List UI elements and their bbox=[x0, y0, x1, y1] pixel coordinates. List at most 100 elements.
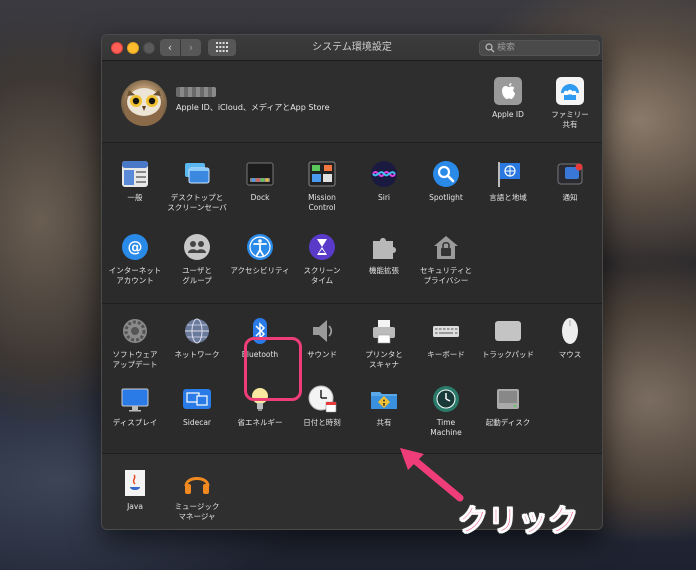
notifications-icon bbox=[555, 159, 585, 189]
back-button[interactable]: ‹ bbox=[160, 39, 180, 56]
show-all-button[interactable] bbox=[208, 39, 236, 56]
pane-software-update[interactable]: ソフトウェア アップデート bbox=[103, 316, 167, 370]
pane-label: マウス bbox=[558, 350, 582, 359]
search-icon bbox=[485, 43, 495, 53]
pane-label: ディスプレイ bbox=[112, 418, 158, 427]
owl-avatar-icon[interactable] bbox=[121, 80, 167, 126]
general-icon bbox=[120, 159, 150, 189]
hourglass-icon bbox=[307, 232, 337, 262]
close-window-button[interactable] bbox=[111, 42, 123, 54]
at-sign-icon: @ bbox=[120, 232, 150, 262]
pane-spotlight[interactable]: Spotlight bbox=[414, 159, 478, 203]
dock-icon bbox=[245, 159, 275, 189]
search-input[interactable] bbox=[497, 41, 597, 55]
flag-icon bbox=[493, 159, 523, 189]
pane-extensions[interactable]: 機能拡張 bbox=[352, 232, 416, 276]
pane-label: 共有 bbox=[376, 418, 392, 427]
sidecar-icon bbox=[182, 384, 212, 414]
pane-label: セキュリティと プライバシー bbox=[419, 266, 473, 285]
pane-notifications[interactable]: 通知 bbox=[538, 159, 602, 203]
pane-label: ネットワーク bbox=[174, 350, 220, 359]
pane-label: Java bbox=[127, 502, 143, 511]
printer-icon bbox=[369, 316, 399, 346]
forward-button[interactable]: › bbox=[181, 39, 201, 56]
pane-java[interactable]: Java bbox=[103, 468, 167, 512]
pane-startup-disk[interactable]: 起動ディスク bbox=[476, 384, 540, 428]
username-redacted bbox=[176, 87, 216, 97]
pane-users-groups[interactable]: ユーザと グループ bbox=[165, 232, 229, 286]
keyboard-icon bbox=[431, 316, 461, 346]
pane-label: Dock bbox=[250, 193, 270, 202]
pane-sharing[interactable]: 共有 bbox=[352, 384, 416, 428]
pane-label: 省エネルギー bbox=[237, 418, 283, 427]
display-icon bbox=[120, 384, 150, 414]
headphones-icon bbox=[182, 468, 212, 498]
pane-label: Apple ID bbox=[492, 110, 524, 119]
title-bar[interactable]: ‹ › システム環境設定 bbox=[102, 35, 602, 61]
pane-label: Sidecar bbox=[182, 418, 212, 427]
speaker-icon bbox=[307, 316, 337, 346]
pane-label: Time Machine bbox=[430, 418, 462, 437]
apple-logo-icon bbox=[493, 76, 523, 106]
pane-keyboard[interactable]: キーボード bbox=[414, 316, 478, 360]
system-preferences-window: ‹ › システム環境設定 検索 Apple ID、iCloud、メディアとApp… bbox=[101, 34, 603, 530]
pane-displays[interactable]: ディスプレイ bbox=[103, 384, 167, 428]
personal-panes-section: 一般 デスクトップと スクリーンセーバ Dock Mission Control… bbox=[102, 142, 602, 303]
pane-mouse[interactable]: マウス bbox=[538, 316, 602, 360]
pane-accessibility[interactable]: アクセシビリティ bbox=[228, 232, 292, 276]
minimize-window-button[interactable] bbox=[127, 42, 139, 54]
java-icon bbox=[120, 468, 150, 498]
pane-music-manager[interactable]: ミュージック マネージャ bbox=[165, 468, 229, 522]
pane-dock[interactable]: Dock bbox=[228, 159, 292, 203]
pane-siri[interactable]: Siri bbox=[352, 159, 416, 203]
pane-label: キーボード bbox=[427, 350, 465, 359]
pane-label: ソフトウェア アップデート bbox=[112, 350, 158, 369]
pane-time-machine[interactable]: Time Machine bbox=[414, 384, 478, 438]
pane-label: ファミリー 共有 bbox=[551, 110, 589, 129]
disk-icon bbox=[493, 384, 523, 414]
pane-label: 日付と時刻 bbox=[303, 418, 341, 427]
desktop-icon bbox=[182, 159, 212, 189]
pane-trackpad[interactable]: トラックパッド bbox=[476, 316, 540, 360]
pane-apple-id[interactable]: Apple ID bbox=[476, 76, 540, 120]
apple-id-caption: Apple ID、iCloud、メディアとApp Store bbox=[176, 103, 330, 112]
pane-label: トラックパッド bbox=[481, 350, 535, 359]
pane-printers-scanners[interactable]: プリンタと スキャナ bbox=[352, 316, 416, 370]
click-callout-label: クリック bbox=[458, 504, 579, 540]
pane-sidecar[interactable]: Sidecar bbox=[165, 384, 229, 428]
pane-network[interactable]: ネットワーク bbox=[165, 316, 229, 360]
pane-label: プリンタと スキャナ bbox=[365, 350, 403, 369]
gear-icon bbox=[120, 316, 150, 346]
accessibility-icon bbox=[245, 232, 275, 262]
pane-label: 起動ディスク bbox=[485, 418, 531, 427]
house-lock-icon bbox=[431, 232, 461, 262]
pane-desktop-screensaver[interactable]: デスクトップと スクリーンセーバ bbox=[165, 159, 229, 213]
pane-screen-time[interactable]: スクリーン タイム bbox=[290, 232, 354, 286]
pane-internet-accounts[interactable]: @ インターネット アカウント bbox=[103, 232, 167, 286]
globe-icon bbox=[182, 316, 212, 346]
trackpad-icon bbox=[493, 316, 523, 346]
clock-icon bbox=[307, 384, 337, 414]
pane-family-sharing[interactable]: ファミリー 共有 bbox=[538, 76, 602, 130]
family-icon bbox=[555, 76, 585, 106]
pane-label: アクセシビリティ bbox=[230, 266, 290, 275]
pane-label: Mission Control bbox=[308, 193, 336, 212]
pane-label: 通知 bbox=[562, 193, 578, 202]
pane-general[interactable]: 一般 bbox=[103, 159, 167, 203]
pane-label: デスクトップと スクリーンセーバ bbox=[167, 193, 227, 212]
hardware-panes-section: ソフトウェア アップデート ネットワーク Bluetooth サウンド プリンタ… bbox=[102, 303, 602, 453]
pane-label: ユーザと グループ bbox=[182, 266, 212, 285]
zoom-window-button[interactable] bbox=[143, 42, 155, 54]
search-field[interactable] bbox=[479, 40, 600, 56]
pane-label: Spotlight bbox=[429, 193, 463, 202]
mouse-icon bbox=[555, 316, 585, 346]
grid-icon bbox=[216, 42, 228, 52]
pane-mission-control[interactable]: Mission Control bbox=[290, 159, 354, 213]
pane-label: Siri bbox=[377, 193, 390, 202]
mission-control-icon bbox=[307, 159, 337, 189]
pane-security-privacy[interactable]: セキュリティと プライバシー bbox=[414, 232, 478, 286]
pane-label: 一般 bbox=[127, 193, 143, 202]
siri-icon bbox=[369, 159, 399, 189]
pane-language-region[interactable]: 言語と地域 bbox=[476, 159, 540, 203]
sharing-highlight-box bbox=[244, 337, 302, 401]
